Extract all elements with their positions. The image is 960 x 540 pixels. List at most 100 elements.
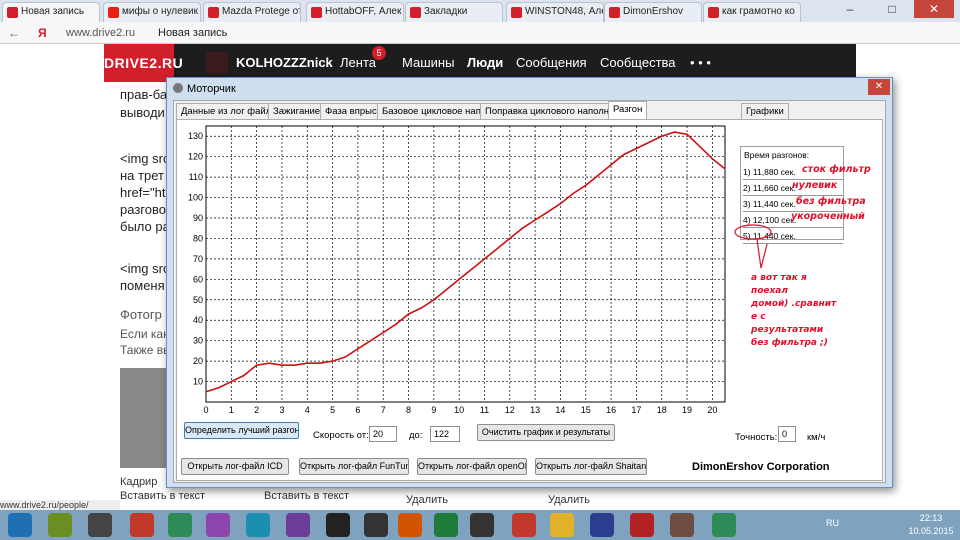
lang-indicator[interactable]: RU — [826, 518, 839, 528]
speed-data-point — [357, 348, 359, 350]
open-openolt-button[interactable]: Открыть лог-файл openOLT — [417, 458, 527, 475]
app-tab[interactable]: Разгон — [608, 101, 648, 120]
app-close-icon[interactable]: ✕ — [868, 79, 890, 95]
taskbar-app-icon[interactable] — [398, 513, 422, 537]
tab-label: Новая запись — [21, 6, 85, 17]
delete-link-2[interactable]: Удалить — [548, 492, 590, 509]
taskbar-app-icon[interactable] — [88, 513, 112, 537]
delete-link-1[interactable]: Удалить — [406, 492, 448, 509]
y-tick-label: 30 — [193, 336, 203, 346]
browser-tab[interactable]: Mazda Protege от — [203, 2, 301, 22]
speed-from-input[interactable]: 20 — [369, 426, 397, 442]
photo-thumbnail[interactable] — [120, 368, 166, 468]
taskbar-app-icon[interactable] — [48, 513, 72, 537]
speed-data-point — [686, 133, 688, 135]
note-line: а вот так я — [751, 273, 807, 283]
x-tick-label: 1 — [229, 405, 234, 415]
x-tick-label: 15 — [581, 405, 591, 415]
taskbar-app-icon[interactable] — [512, 513, 536, 537]
clear-button[interactable]: Очистить график и результаты — [477, 424, 615, 441]
avatar[interactable] — [206, 52, 228, 74]
tab-label: HottabOFF, Алек — [325, 6, 402, 17]
taskbar-app-icon[interactable] — [206, 513, 230, 537]
accuracy-input[interactable]: 0 — [778, 426, 796, 442]
tab-label: Закладки — [424, 6, 468, 17]
corporation-label: DimonErshov Corporation — [692, 461, 830, 473]
taskbar-app-icon[interactable] — [590, 513, 614, 537]
handwritten-circle — [734, 224, 772, 269]
open-icd-button[interactable]: Открыть лог-файл ICD — [181, 458, 289, 475]
note-line: е с — [751, 312, 766, 322]
best-run-button[interactable]: Определить лучший разгон — [184, 422, 299, 439]
speed-data-point — [635, 147, 637, 150]
feed-badge: 5 — [372, 46, 386, 60]
page-text-line: разгово — [120, 202, 166, 217]
page-text-line: было ра — [120, 219, 170, 234]
app-tab[interactable]: Данные из лог файла — [176, 103, 282, 119]
tab-favicon-icon — [609, 7, 620, 18]
yandex-icon[interactable]: Я — [38, 24, 47, 42]
y-tick-label: 90 — [193, 213, 203, 223]
open-shaitane-button[interactable]: Открыть лог-файл Shaitane — [535, 458, 647, 475]
tab-panel-razgon: 0 1 2 3 4 5 6 7 8 9 10 11 12 13 14 15 16 17 18 19 20 10 20 30 40… — [176, 119, 883, 481]
speed-data-point — [597, 174, 600, 176]
page-text-line: Фотогр — [120, 307, 162, 322]
taskbar-app-icon[interactable] — [470, 513, 494, 537]
insert-link-2[interactable]: Вставить в текст — [264, 488, 349, 505]
y-tick-label: 120 — [188, 152, 203, 162]
minimize-icon[interactable]: – — [830, 0, 870, 18]
taskbar-app-icon[interactable] — [550, 513, 574, 537]
x-tick-label: 18 — [657, 405, 667, 415]
taskbar-app-icon[interactable] — [8, 513, 32, 537]
accuracy-unit: км/ч — [807, 432, 826, 443]
browser-tab[interactable]: DimonErshov — [604, 2, 702, 22]
speed-data-point — [509, 237, 511, 240]
browser-tab[interactable]: HottabOFF, Алек — [306, 2, 404, 22]
speed-to-input[interactable]: 122 — [430, 426, 460, 442]
speed-data-point — [534, 219, 536, 221]
app-tab[interactable]: Зажигание — [268, 103, 326, 119]
maximize-icon[interactable]: □ — [872, 0, 912, 18]
speed-data-point — [420, 307, 422, 309]
clock-date: 10.05.2015 — [908, 526, 954, 536]
x-tick-label: 3 — [279, 405, 284, 415]
speed-data-point — [382, 331, 384, 334]
open-funtune-button[interactable]: Открыть лог-файл FunTune — [299, 458, 409, 475]
taskbar-app-icon[interactable] — [630, 513, 654, 537]
back-icon[interactable]: ← — [8, 24, 20, 42]
x-tick-label: 10 — [454, 405, 464, 415]
browser-tab[interactable]: WINSTON48, Алек — [506, 2, 604, 22]
speed-data-point — [395, 323, 397, 325]
x-tick-label: 14 — [555, 405, 565, 415]
taskbar-app-icon[interactable] — [326, 513, 350, 537]
browser-tab[interactable]: Закладки — [405, 2, 503, 22]
speed-data-point — [407, 313, 410, 315]
speed-data-point — [673, 131, 675, 133]
speed-to-label: до: — [409, 430, 423, 441]
taskbar-app-icon[interactable] — [670, 513, 694, 537]
taskbar-app-icon[interactable] — [168, 513, 192, 537]
app-icon — [173, 83, 183, 93]
clock-time[interactable]: 22:13 — [906, 513, 956, 523]
taskbar-app-icon[interactable] — [130, 513, 154, 537]
x-tick-label: 8 — [406, 405, 411, 415]
y-tick-label: 50 — [193, 295, 203, 305]
insert-link-1[interactable]: Вставить в текст — [120, 488, 205, 505]
y-tick-label: 60 — [193, 274, 203, 284]
taskbar-app-icon[interactable] — [712, 513, 736, 537]
speed-data-point — [445, 288, 448, 291]
taskbar-app-icon[interactable] — [286, 513, 310, 537]
y-tick-label: 20 — [193, 356, 203, 366]
site-logo[interactable]: DRIVE2.RU — [104, 44, 183, 82]
browser-tab[interactable]: мифы о нулевик — [103, 2, 201, 22]
taskbar-app-icon[interactable] — [364, 513, 388, 537]
close-icon[interactable]: ✕ — [914, 0, 954, 18]
speed-data-point — [369, 340, 372, 342]
x-tick-label: 7 — [381, 405, 386, 415]
taskbar-app-icon[interactable] — [246, 513, 270, 537]
app-tab[interactable]: Графики — [741, 103, 789, 119]
url-field[interactable]: www.drive2.ru — [66, 24, 135, 42]
taskbar-app-icon[interactable] — [434, 513, 458, 537]
browser-tab[interactable]: как грамотно ко — [703, 2, 801, 22]
browser-tab[interactable]: Новая запись — [2, 2, 100, 22]
